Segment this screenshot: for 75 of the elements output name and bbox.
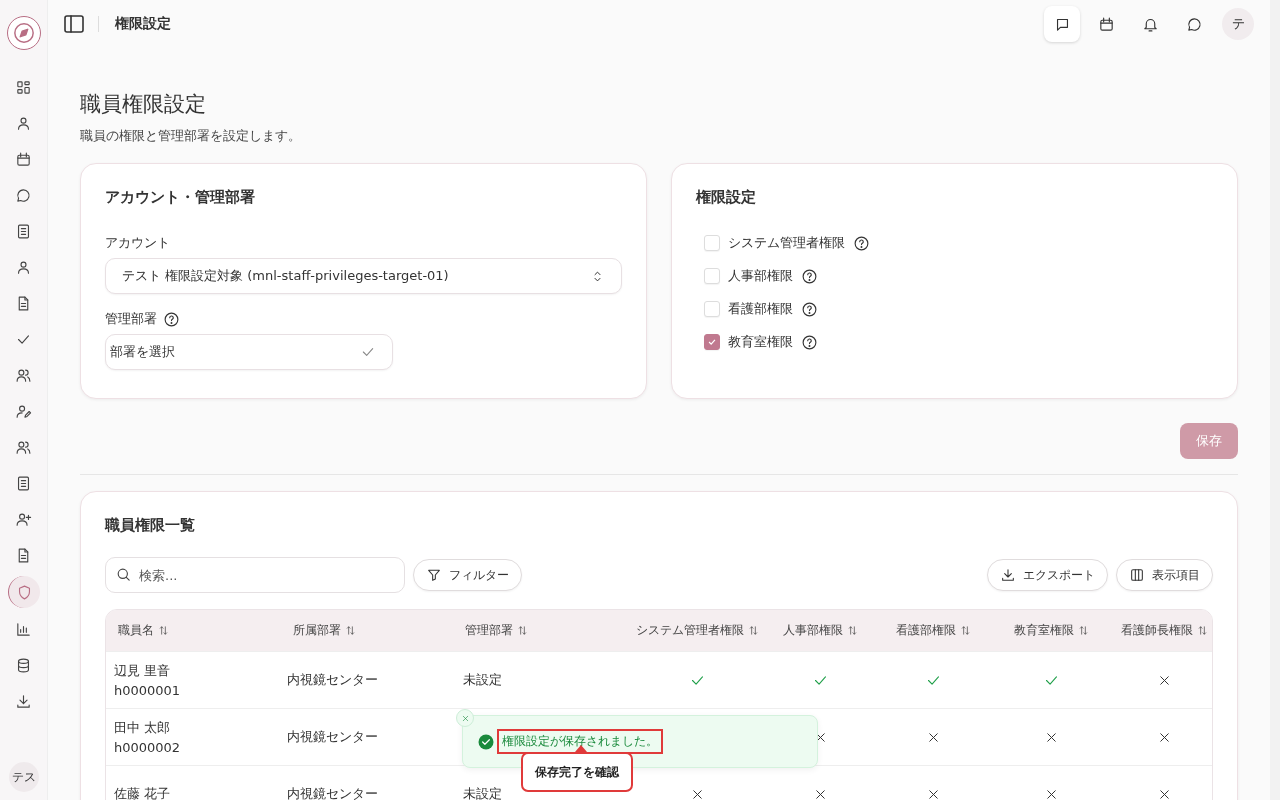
close-icon — [460, 713, 470, 723]
table-cell: 内視鏡センター — [287, 671, 378, 689]
checkmark-icon — [707, 337, 717, 347]
checkbox-label: 人事部権限 — [728, 267, 793, 285]
success-icon — [477, 732, 495, 751]
table-cell-text: 未設定 — [462, 785, 502, 800]
calendar-icon — [15, 150, 32, 168]
annotation-callout: 保存完了を確認 — [521, 752, 633, 792]
table-cell: 内視鏡センター — [287, 785, 378, 800]
sort-icon — [1197, 625, 1208, 636]
staff-name: 田中 太郎 — [114, 719, 171, 737]
sort-icon — [345, 625, 356, 636]
checkbox-label: システム管理者権限 — [728, 234, 845, 252]
columns-icon — [1129, 567, 1145, 583]
checkbox-label: 看護部権限 — [728, 300, 793, 318]
staff-id: h0000001 — [114, 683, 181, 698]
sidebar-toggle-icon — [62, 12, 86, 36]
staff-id: h0000002 — [114, 740, 181, 755]
search-icon — [115, 566, 132, 583]
sort-icon — [1077, 625, 1089, 636]
help-icon — [801, 333, 818, 351]
sort-icon — [846, 625, 858, 636]
user-avatar[interactable]: テ — [1222, 8, 1254, 40]
filter-icon — [426, 567, 442, 583]
database-icon — [15, 656, 32, 674]
download-icon — [1000, 567, 1016, 583]
sort-icon — [748, 625, 759, 636]
column-header[interactable]: システム管理者権限 — [626, 610, 769, 651]
account-select[interactable]: テスト 権限設定対象 (mnl-staff-privileges-target-01) — [105, 258, 622, 294]
chat-bubble-icon — [15, 186, 32, 204]
sidebar-toggle-button[interactable] — [62, 12, 86, 36]
download-icon — [15, 692, 32, 710]
staff-name: 辺見 里音 — [114, 662, 171, 680]
sort-icon — [960, 625, 971, 636]
help-icon — [801, 300, 818, 318]
card-title: 権限設定 — [696, 188, 757, 207]
calendar-icon — [1097, 15, 1115, 33]
column-header[interactable]: 教育室権限 — [996, 610, 1106, 651]
department-select[interactable]: 部署を選択 — [105, 334, 393, 370]
bar-chart-icon — [15, 620, 32, 638]
filter-button[interactable]: フィルター — [413, 559, 522, 591]
app-logo[interactable] — [6, 16, 41, 50]
columns-button[interactable]: 表示項目 — [1116, 559, 1213, 591]
card-title: 職員権限一覧 — [105, 516, 196, 535]
card-title: アカウント・管理部署 — [105, 188, 256, 207]
page-heading: 職員権限設定 — [80, 91, 207, 118]
page-title: 権限設定 — [115, 15, 171, 33]
chat-bubble-icon — [1185, 15, 1203, 33]
user-avatar[interactable]: テス — [8, 762, 39, 792]
column-header[interactable]: 看護師長権限 — [1106, 610, 1212, 651]
help-icon — [801, 267, 818, 285]
message-button[interactable] — [1044, 6, 1080, 42]
document-icon — [15, 222, 32, 240]
help-icon — [163, 310, 180, 328]
export-button[interactable]: エクスポート — [987, 559, 1108, 591]
help-icon — [853, 234, 870, 252]
checkbox-label: 教育室権限 — [728, 333, 793, 351]
column-header[interactable]: 人事部権限 — [769, 610, 871, 651]
column-header[interactable]: 所属部署 — [281, 610, 453, 651]
compass-icon — [12, 22, 35, 44]
table-cell: 内視鏡センター — [287, 728, 378, 746]
field-label: 管理部署 — [105, 310, 157, 328]
sort-icon — [517, 625, 528, 636]
column-header[interactable]: 管理部署 — [453, 610, 626, 651]
document-icon — [15, 474, 32, 492]
staff-name: 佐藤 花子 — [114, 785, 171, 800]
table-cell-text: 未設定 — [462, 671, 502, 689]
grid-icon — [15, 78, 32, 96]
page-description: 職員の権限と管理部署を設定します。 — [80, 127, 302, 145]
column-header[interactable]: 職員名 — [106, 610, 281, 651]
field-label: アカウント — [105, 234, 170, 252]
search-field[interactable]: 検索... — [105, 557, 405, 593]
sort-icon — [158, 625, 169, 636]
column-header[interactable]: 看護部権限 — [871, 610, 996, 651]
checkbox[interactable] — [704, 334, 720, 350]
